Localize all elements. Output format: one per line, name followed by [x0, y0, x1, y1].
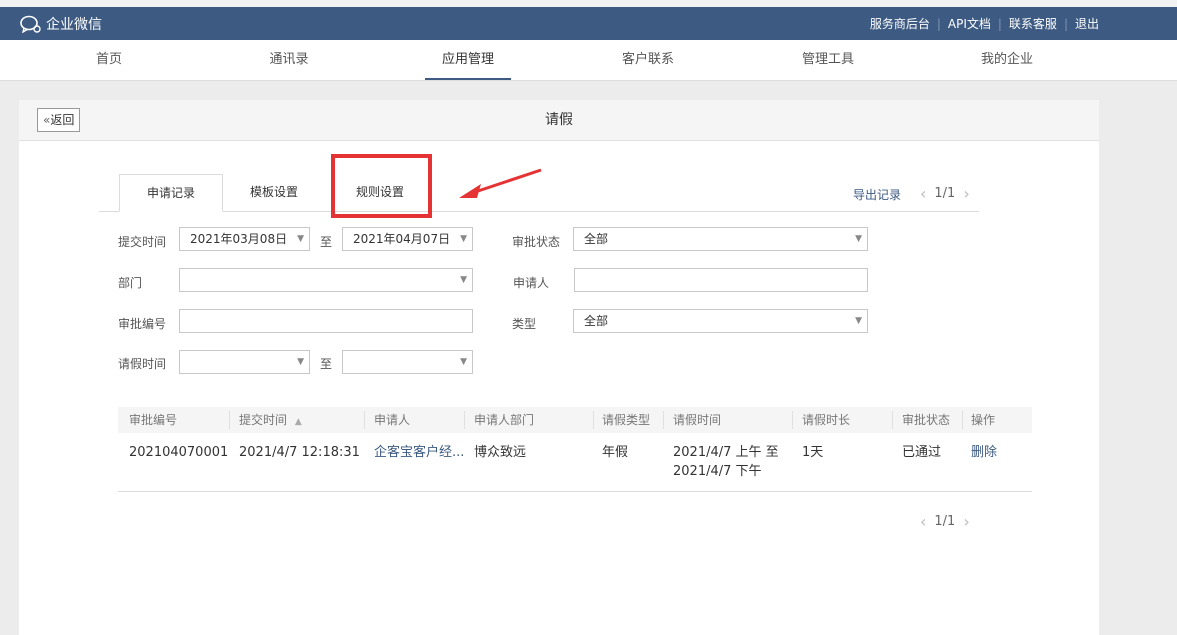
- nav-app-management[interactable]: 应用管理: [425, 40, 511, 80]
- header-links: 服务商后台 | API文档 | 联系客服 | 退出: [870, 7, 1099, 40]
- cell-applicant-link[interactable]: 企客宝客户经...: [374, 444, 464, 462]
- tab-application-records[interactable]: 申请记录: [119, 174, 223, 212]
- nav-management-tools[interactable]: 管理工具: [792, 40, 864, 80]
- cell-approval-no: 202104070001: [129, 445, 229, 460]
- divider: [962, 411, 963, 429]
- col-action: 操作: [971, 413, 996, 427]
- annotation-arrow-icon: [459, 168, 542, 198]
- col-status: 审批状态: [902, 413, 951, 427]
- back-button-label: 返回: [50, 113, 75, 127]
- approval-status-label: 审批状态: [512, 235, 561, 249]
- app-header: 企业微信 服务商后台 | API文档 | 联系客服 | 退出: [0, 7, 1177, 40]
- chevron-left-icon[interactable]: ‹: [920, 184, 926, 203]
- caret-down-icon: ▼: [460, 275, 467, 285]
- leave-time-label: 请假时间: [118, 357, 167, 371]
- submit-time-to-value: 2021年04月07日: [353, 232, 451, 246]
- submit-time-from-value: 2021年03月08日: [190, 232, 288, 246]
- chevron-right-icon[interactable]: ›: [963, 512, 969, 531]
- caret-down-icon: ▼: [297, 357, 304, 367]
- page-title: 请假: [545, 112, 573, 128]
- submit-time-to-select[interactable]: 2021年04月07日 ▼: [342, 227, 473, 251]
- col-department: 申请人部门: [474, 413, 535, 427]
- leave-time-to-select[interactable]: ▼: [342, 350, 473, 374]
- department-select[interactable]: ▼: [179, 268, 473, 292]
- submit-time-from-select[interactable]: 2021年03月08日 ▼: [179, 227, 310, 251]
- sort-icon[interactable]: ▲: [295, 417, 302, 427]
- col-duration: 请假时长: [802, 413, 851, 427]
- col-leave-type: 请假类型: [602, 413, 651, 427]
- chevron-left-icon[interactable]: ‹: [920, 512, 926, 531]
- back-button[interactable]: «返回: [37, 108, 81, 132]
- divider: [792, 411, 793, 429]
- cell-leave-time-end: 2021/4/7 下午: [673, 464, 762, 479]
- cell-leave-time-start: 2021/4/7 上午 至: [673, 445, 779, 460]
- nav-contacts[interactable]: 通讯录: [259, 40, 319, 80]
- col-leave-time: 请假时间: [673, 413, 722, 427]
- divider: [364, 411, 365, 429]
- api-docs-link[interactable]: API文档: [948, 15, 991, 32]
- nav-home[interactable]: 首页: [79, 40, 139, 80]
- caret-down-icon: ▼: [297, 234, 304, 244]
- col-approval-no: 审批编号: [129, 413, 178, 427]
- cell-duration: 1天: [802, 445, 824, 460]
- caret-down-icon: ▼: [855, 316, 862, 326]
- divider: [892, 411, 893, 429]
- wecom-logo-icon: [20, 15, 41, 33]
- cell-department: 博众致远: [474, 445, 527, 460]
- divider: |: [936, 16, 941, 31]
- main-nav: 首页 通讯录 应用管理 客户联系 管理工具 我的企业: [0, 40, 1177, 81]
- highlight-box: [331, 154, 432, 218]
- logout-link[interactable]: 退出: [1075, 15, 1099, 32]
- divider: |: [1063, 16, 1068, 31]
- type-select[interactable]: 全部 ▼: [573, 309, 868, 333]
- to-label: 至: [320, 357, 333, 371]
- col-submit-time[interactable]: 提交时间 ▲: [239, 407, 302, 433]
- pagination-top: ‹ 1/1 ›: [912, 184, 978, 203]
- logo[interactable]: 企业微信: [20, 7, 102, 40]
- cell-leave-type: 年假: [602, 445, 629, 460]
- divider: [593, 411, 594, 429]
- cell-submit-time: 2021/4/7 12:18:31: [239, 445, 360, 460]
- page-indicator: 1/1: [934, 514, 956, 529]
- card-header: 请假 «返回: [19, 100, 1099, 141]
- col-submit-time-label: 提交时间: [239, 413, 288, 427]
- applicant-input[interactable]: [574, 268, 868, 292]
- department-label: 部门: [118, 276, 143, 290]
- contact-support-link[interactable]: 联系客服: [1009, 15, 1057, 32]
- type-value: 全部: [584, 314, 609, 328]
- tabs-divider: [99, 211, 979, 212]
- caret-down-icon: ▼: [855, 234, 862, 244]
- nav-customer-contact[interactable]: 客户联系: [612, 40, 684, 80]
- approval-status-select[interactable]: 全部 ▼: [573, 227, 868, 251]
- type-label: 类型: [512, 317, 537, 331]
- divider: |: [997, 16, 1002, 31]
- chevron-right-icon[interactable]: ›: [963, 184, 969, 203]
- tab-template-settings[interactable]: 模板设置: [228, 174, 320, 211]
- leave-time-from-select[interactable]: ▼: [179, 350, 310, 374]
- to-label: 至: [320, 235, 333, 249]
- approval-status-value: 全部: [584, 232, 609, 246]
- approval-no-input[interactable]: [179, 309, 473, 333]
- divider: [229, 411, 230, 429]
- page-indicator: 1/1: [934, 186, 956, 201]
- pagination-bottom: ‹ 1/1 ›: [912, 512, 978, 531]
- logo-text: 企业微信: [46, 16, 102, 33]
- submit-time-label: 提交时间: [118, 235, 167, 249]
- caret-down-icon: ▼: [460, 234, 467, 244]
- table-row-divider: [118, 491, 1032, 492]
- delete-link[interactable]: 删除: [971, 444, 997, 462]
- divider: [663, 411, 664, 429]
- export-records-link[interactable]: 导出记录: [853, 186, 901, 203]
- cell-status: 已通过: [902, 445, 942, 460]
- approval-no-label: 审批编号: [118, 317, 167, 331]
- caret-down-icon: ▼: [460, 357, 467, 367]
- col-applicant: 申请人: [374, 413, 411, 427]
- top-strip: [0, 0, 1177, 7]
- applicant-label: 申请人: [513, 276, 550, 290]
- nav-my-enterprise[interactable]: 我的企业: [971, 40, 1043, 80]
- service-provider-link[interactable]: 服务商后台: [870, 15, 930, 32]
- divider: [464, 411, 465, 429]
